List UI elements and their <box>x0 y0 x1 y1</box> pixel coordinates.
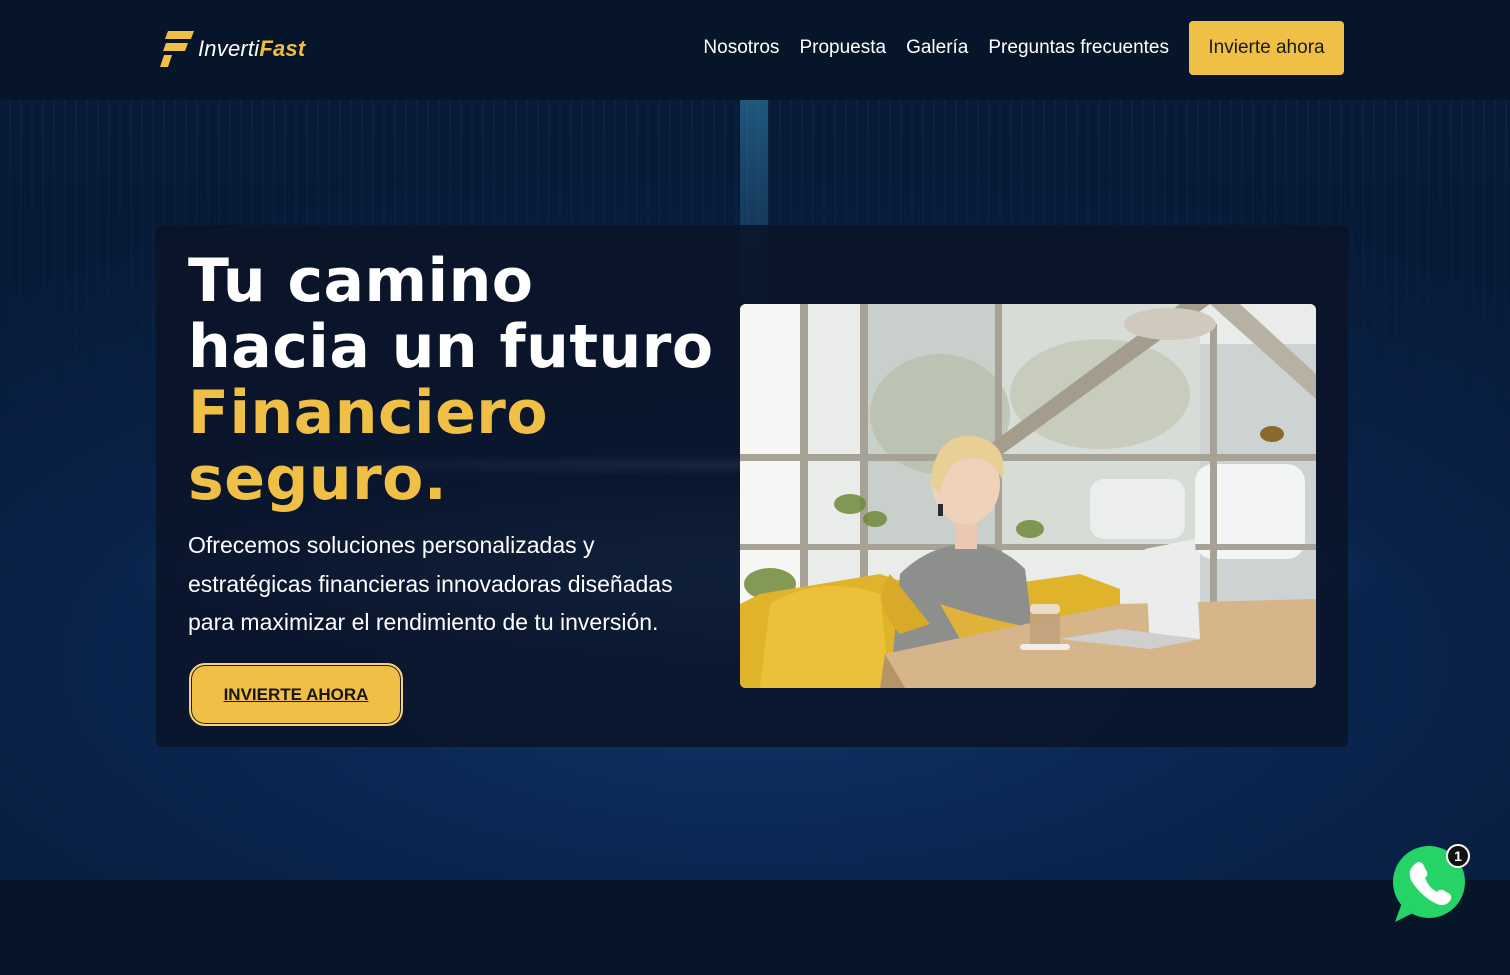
nav-link-preguntas-frecuentes[interactable]: Preguntas frecuentes <box>988 37 1169 59</box>
hero-title: Tu camino hacia un futuro Financiero seg… <box>188 248 728 512</box>
hero-photo <box>740 304 1316 688</box>
brand-name-light: Inverti <box>198 36 260 61</box>
hero-title-line-1: Tu camino <box>188 246 534 316</box>
invertifast-logo-icon <box>160 31 194 67</box>
brand-logo[interactable]: InvertiFast <box>160 30 305 68</box>
main-nav: Nosotros Propuesta Galería Preguntas fre… <box>703 21 1344 75</box>
hero-title-highlight-2: seguro. <box>188 444 448 514</box>
brand-name: InvertiFast <box>198 36 305 62</box>
brand-name-bold: Fast <box>259 36 306 61</box>
hero-title-highlight-1: Financiero <box>188 378 549 448</box>
woman-working-on-laptop-in-cafe-photo <box>740 304 1316 688</box>
hero-title-line-2: hacia un futuro <box>188 312 714 382</box>
whatsapp-notification-badge: 1 <box>1446 844 1470 868</box>
hero-invest-button[interactable]: INVIERTE AHORA <box>189 663 403 726</box>
hero-description: Ofrecemos soluciones personalizadas y es… <box>188 532 673 635</box>
section-divider-band <box>0 880 1510 975</box>
nav-cta-button[interactable]: Invierte ahora <box>1189 21 1344 75</box>
nav-link-nosotros[interactable]: Nosotros <box>703 37 779 59</box>
nav-link-galeria[interactable]: Galería <box>906 37 968 59</box>
site-header: InvertiFast Nosotros Propuesta Galería P… <box>0 0 1510 100</box>
nav-link-propuesta[interactable]: Propuesta <box>799 37 886 59</box>
